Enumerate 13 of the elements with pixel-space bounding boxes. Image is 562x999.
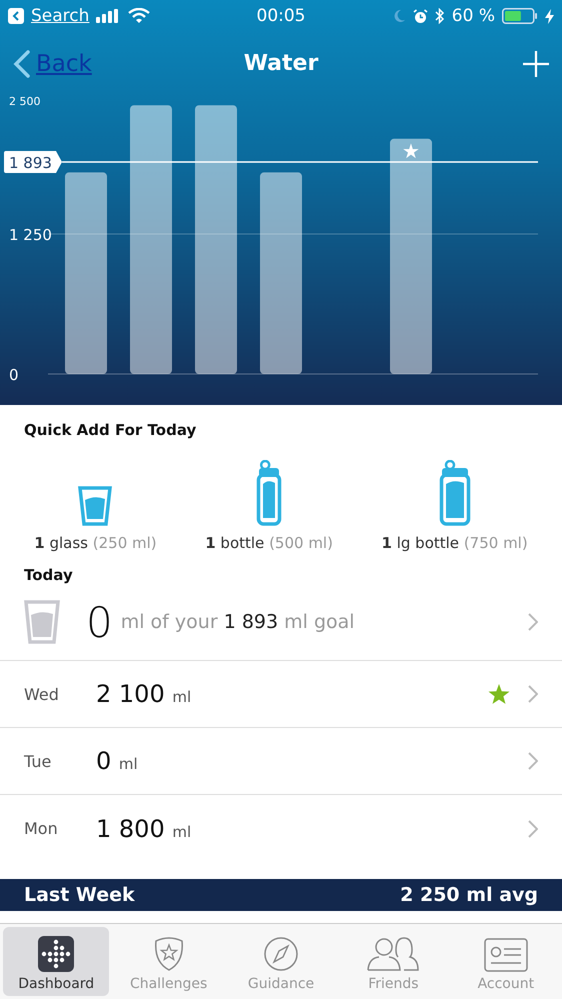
goal-tag: 1 893 (4, 150, 62, 173)
summary-label: Last Week (24, 884, 135, 906)
battery-percent: 60 % (452, 6, 495, 26)
summary-value: 2 250 ml avg (400, 884, 538, 906)
section-heading: Quick Add For Today (23, 420, 198, 439)
ref-line-label: 1 893 (9, 154, 52, 172)
axis-tick-label: 1 250 (9, 226, 52, 244)
clock-time: 00:05 (256, 6, 306, 26)
axis-tick-label: 0 (9, 366, 19, 384)
section-heading: Today (23, 565, 74, 584)
star-marker: ★ (402, 138, 420, 163)
page-title: Water (244, 51, 318, 76)
axis-tick-label: 2 500 (9, 95, 40, 108)
